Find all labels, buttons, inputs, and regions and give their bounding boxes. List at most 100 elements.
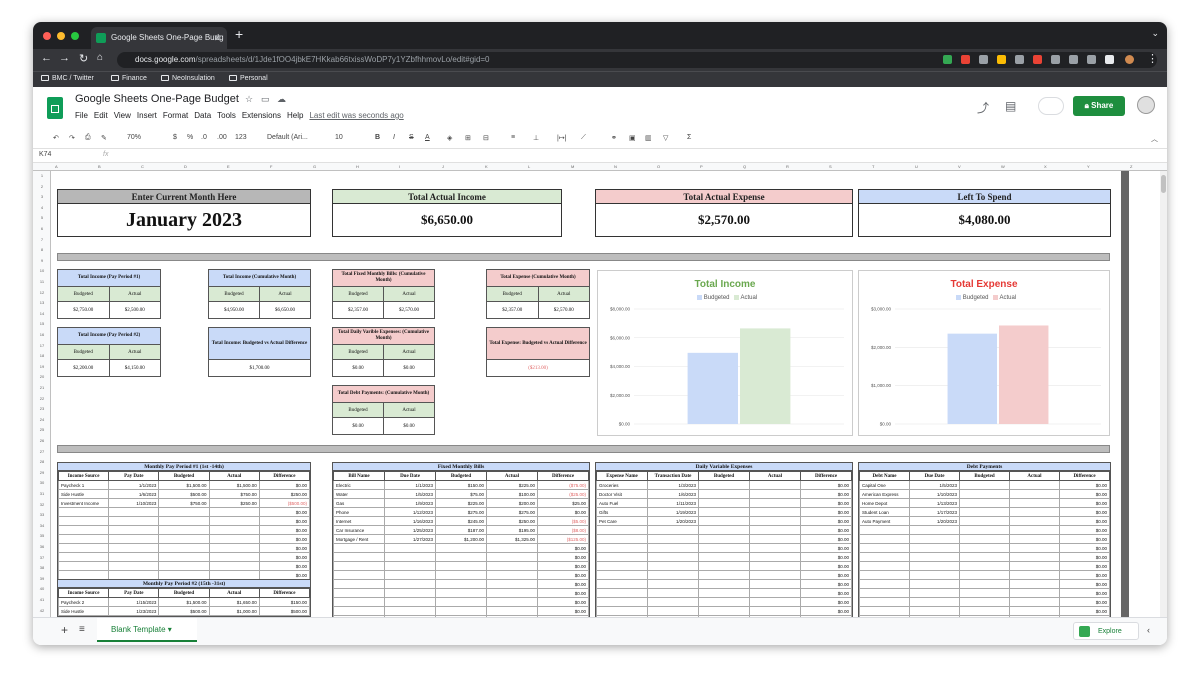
column-letter[interactable]: U [915,164,918,169]
table-row[interactable]: $0.00 [333,597,589,607]
table-cell[interactable]: 1/1/2023 [108,480,160,490]
align-left-icon[interactable]: ≡ [511,134,515,141]
table-cell[interactable]: $0.00 [800,498,852,508]
bookmark-folder[interactable]: NeoInsulation [161,75,215,82]
borders-icon[interactable]: ⊞ [465,134,471,142]
table-cell[interactable]: $150.00 [435,480,487,490]
table-row[interactable]: $0.00 [596,534,852,544]
table-cell[interactable]: $1,500.00 [158,480,210,490]
table-row[interactable]: Home Depot 1/13/2023 $0.00 [859,498,1110,508]
row-number[interactable]: 17 [33,343,51,348]
last-edit-link[interactable]: Last edit was seconds ago [309,111,403,120]
table-cell[interactable]: $0.00 [1059,597,1110,607]
table-row[interactable]: $0.00 [57,534,311,544]
table-cell[interactable]: ($5.00) [537,516,589,526]
column-header[interactable]: Expense Name [596,471,648,481]
table-cell[interactable] [1009,561,1060,571]
table-row[interactable]: $0.00 [57,552,311,562]
table-cell[interactable] [1009,606,1060,616]
row-number[interactable]: 26 [33,438,51,443]
table-cell[interactable] [158,525,210,535]
column-letter[interactable]: W [1001,164,1005,169]
column-letter[interactable]: J [442,164,444,169]
table-cell[interactable]: $225.00 [435,498,487,508]
table-cell[interactable] [1009,498,1060,508]
formula-input[interactable] [121,151,1161,161]
row-number[interactable]: 8 [33,247,51,252]
table-cell[interactable] [158,543,210,553]
row-number[interactable]: 25 [33,427,51,432]
extension-icon[interactable] [997,55,1006,64]
table-row[interactable]: $0.00 [333,561,589,571]
table-cell[interactable]: American Express [859,489,910,499]
table-row[interactable]: Auto Fuel 1/11/2023 $0.00 [596,498,852,508]
table-row[interactable]: Electric 1/1/2023 $150.00 $225.00 ($75.00) [333,480,589,490]
table-cell[interactable] [435,561,487,571]
link-icon[interactable]: ⚭ [611,134,617,142]
table-cell[interactable] [647,543,699,553]
table-cell[interactable] [749,507,801,517]
table-cell[interactable]: $0.00 [800,579,852,589]
row-number[interactable]: 15 [33,321,51,326]
total-expense-box[interactable]: Total Actual Expense $2,570.00 [595,189,853,237]
row-number[interactable]: 42 [33,608,51,613]
table-row[interactable]: $0.00 [333,606,589,616]
menu-extensions[interactable]: Extensions [242,111,281,120]
table-cell[interactable]: 1/16/2023 [384,516,436,526]
back-icon[interactable]: ← [41,52,52,64]
table-cell[interactable] [859,570,910,580]
table-cell[interactable]: $275.00 [486,507,538,517]
table-row[interactable]: $0.00 [57,525,311,535]
income-difference-summary[interactable]: Total Income: Budgeted vs Actual Differe… [208,327,311,377]
table-cell[interactable]: $0.00 [800,561,852,571]
table-cell[interactable] [57,525,110,535]
column-header[interactable]: Difference [258,471,311,481]
row-number[interactable]: 13 [33,300,51,305]
table-row[interactable]: Water 1/5/2023 $75.00 $100.00 ($25.00) [333,489,589,499]
table-cell[interactable]: Pet Care [596,516,648,526]
table-row[interactable]: $0.00 [859,561,1110,571]
browser-tab[interactable]: Google Sheets One-Page Budg ✕ [91,27,227,49]
table-cell[interactable] [596,552,648,562]
table-cell[interactable]: $0.00 [1059,480,1110,490]
row-number[interactable]: 10 [33,268,51,273]
table-cell[interactable]: $0.00 [800,516,852,526]
filter-icon[interactable]: ▽ [663,134,668,142]
table-cell[interactable]: $0.00 [800,606,852,616]
table-cell[interactable]: Groceries [596,480,648,490]
sidebar-icon[interactable] [1105,55,1114,64]
table-cell[interactable] [435,588,487,598]
table-cell[interactable] [596,561,648,571]
table-cell[interactable] [333,543,385,553]
column-header[interactable]: Due Date [909,471,960,481]
table-cell[interactable]: Gas [333,498,385,508]
table-cell[interactable] [1009,588,1060,598]
table-cell[interactable] [486,552,538,562]
column-letter[interactable]: T [872,164,874,169]
column-header[interactable]: Pay Date [108,588,160,598]
table-cell[interactable] [749,570,801,580]
name-box[interactable]: K74 [39,151,51,158]
table-cell[interactable] [333,570,385,580]
table-row[interactable]: Pet Care 1/20/2023 $0.00 [596,516,852,526]
menu-tools[interactable]: Tools [217,111,236,120]
table-cell[interactable]: $0.00 [258,507,311,517]
expense-difference-summary[interactable]: Total Expense: Budgeted vs Actual Differ… [486,327,590,377]
table-cell[interactable]: 1/19/2023 [647,507,699,517]
table-cell[interactable] [647,552,699,562]
table-cell[interactable] [698,498,750,508]
table-cell[interactable]: $0.00 [1059,525,1110,535]
column-header[interactable]: Transaction Date [647,471,699,481]
column-header[interactable]: Due Date [384,471,436,481]
table-cell[interactable]: $245.00 [435,516,487,526]
table-cell[interactable]: $0.00 [258,525,311,535]
table-cell[interactable] [208,507,260,517]
row-number[interactable]: 3 [33,194,51,199]
table-cell[interactable] [859,525,910,535]
row-number[interactable]: 35 [33,533,51,538]
table-cell[interactable]: ($500.00) [258,498,311,508]
table-cell[interactable]: Car Insurance [333,525,385,535]
table-cell[interactable] [384,606,436,616]
table-cell[interactable]: $275.00 [435,507,487,517]
table-cell[interactable] [158,507,210,517]
